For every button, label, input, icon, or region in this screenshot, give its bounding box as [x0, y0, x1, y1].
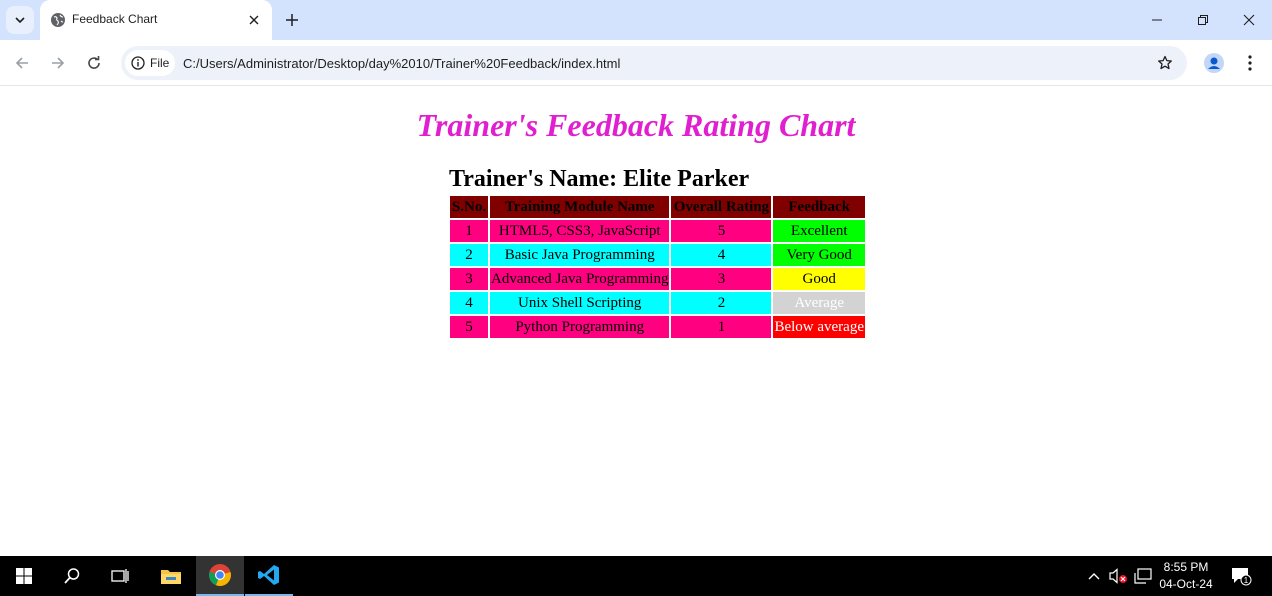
start-button[interactable]: [0, 556, 48, 596]
notification-center-button[interactable]: 1: [1226, 556, 1256, 596]
rating-cell: 4: [671, 244, 772, 266]
chevron-down-icon: [15, 17, 25, 24]
module-cell: Python Programming: [490, 316, 670, 338]
feedback-cell: Very Good: [773, 244, 865, 266]
site-chip-label: File: [150, 56, 170, 70]
chevron-up-icon: [1088, 573, 1100, 580]
feedback-cell: Good: [773, 268, 865, 290]
clock-date: 04-Oct-24: [1159, 577, 1213, 591]
star-icon: [1158, 55, 1172, 70]
table-row: 3 Advanced Java Programming 3 Good: [450, 268, 865, 290]
sno-cell: 4: [450, 292, 488, 314]
feedback-rating-table: S.No. Training Module Name Overall Ratin…: [448, 194, 867, 340]
search-button[interactable]: [48, 556, 96, 596]
column-header-rating: Overall Rating: [671, 196, 772, 218]
tab-close-button[interactable]: [246, 12, 262, 28]
minimize-button[interactable]: [1134, 0, 1180, 40]
show-hidden-icons-button[interactable]: [1084, 556, 1104, 596]
module-cell: Unix Shell Scripting: [490, 292, 670, 314]
restore-button[interactable]: [1180, 0, 1226, 40]
more-vert-icon: [1248, 55, 1252, 71]
chrome-taskbar-button[interactable]: [196, 556, 244, 596]
network-button[interactable]: [1132, 556, 1154, 596]
feedback-cell: Below average: [773, 316, 865, 338]
chrome-icon: [209, 564, 231, 587]
tab-title: Feedback Chart: [72, 12, 158, 26]
close-window-button[interactable]: [1226, 0, 1272, 40]
tab-strip: Feedback Chart: [0, 0, 1272, 40]
taskbar-clock[interactable]: 8:55 PM 04-Oct-24: [1156, 559, 1216, 593]
browser-menu-button[interactable]: [1236, 49, 1264, 77]
info-icon: [131, 56, 145, 70]
table-row: 4 Unix Shell Scripting 2 Average: [450, 292, 865, 314]
bookmark-button[interactable]: [1155, 53, 1175, 73]
column-header-feedback: Feedback: [773, 196, 865, 218]
profile-button[interactable]: [1200, 49, 1228, 77]
rating-cell: 1: [671, 316, 772, 338]
tab-search-button[interactable]: [6, 6, 34, 34]
vscode-taskbar-button[interactable]: [245, 556, 293, 596]
restore-icon: [1198, 15, 1208, 25]
sno-cell: 2: [450, 244, 488, 266]
rating-cell: 3: [671, 268, 772, 290]
clock-time: 8:55 PM: [1163, 560, 1209, 574]
table-row: 2 Basic Java Programming 4 Very Good: [450, 244, 865, 266]
site-info-chip[interactable]: File: [125, 50, 175, 76]
close-icon: [1243, 14, 1255, 26]
search-icon: [64, 568, 80, 584]
table-row: 5 Python Programming 1 Below average: [450, 316, 865, 338]
sno-cell: 3: [450, 268, 488, 290]
tab-feedback-chart[interactable]: Feedback Chart: [40, 0, 272, 40]
rating-cell: 5: [671, 220, 772, 242]
column-header-module: Training Module Name: [490, 196, 670, 218]
network-icon: [1134, 568, 1152, 584]
globe-icon: [51, 13, 65, 27]
reload-icon: [88, 56, 100, 69]
notification-count: 1: [1244, 576, 1249, 585]
trainer-name-heading: Trainer's Name: Elite Parker: [449, 166, 750, 192]
column-header-sno: S.No.: [450, 196, 488, 218]
module-cell: Advanced Java Programming: [490, 268, 670, 290]
folder-icon: [161, 570, 181, 584]
browser-toolbar: File C:/Users/Administrator/Desktop/day%…: [0, 40, 1272, 86]
new-tab-button[interactable]: [280, 8, 304, 32]
window-controls: [1134, 0, 1272, 40]
close-icon: [249, 15, 259, 25]
windows-logo-icon: [16, 568, 32, 584]
url-text[interactable]: C:/Users/Administrator/Desktop/day%2010/…: [183, 56, 620, 71]
page-title: Trainer's Feedback Rating Chart: [416, 107, 856, 143]
file-explorer-button[interactable]: [147, 556, 195, 596]
task-view-icon: [111, 569, 129, 583]
forward-button[interactable]: [44, 49, 72, 77]
table-row: 1 HTML5, CSS3, JavaScript 5 Excellent: [450, 220, 865, 242]
arrow-right-icon: [52, 57, 65, 69]
reload-button[interactable]: [80, 49, 108, 77]
plus-icon: [286, 14, 298, 26]
sno-cell: 5: [450, 316, 488, 338]
sno-cell: 1: [450, 220, 488, 242]
avatar-icon: [1204, 53, 1224, 73]
taskbar: 8:55 PM 04-Oct-24 1: [0, 556, 1272, 596]
rating-cell: 2: [671, 292, 772, 314]
volume-muted-icon: [1109, 568, 1127, 584]
vscode-icon: [258, 565, 279, 585]
table-header-row: S.No. Training Module Name Overall Ratin…: [450, 196, 865, 218]
volume-button[interactable]: [1106, 556, 1130, 596]
task-view-button[interactable]: [96, 556, 144, 596]
notification-icon: 1: [1232, 568, 1252, 586]
arrow-left-icon: [15, 57, 28, 69]
module-cell: HTML5, CSS3, JavaScript: [490, 220, 670, 242]
minimize-icon: [1152, 19, 1162, 21]
module-cell: Basic Java Programming: [490, 244, 670, 266]
feedback-cell: Excellent: [773, 220, 865, 242]
address-bar[interactable]: File C:/Users/Administrator/Desktop/day%…: [121, 46, 1187, 80]
back-button[interactable]: [8, 49, 36, 77]
feedback-cell: Average: [773, 292, 865, 314]
